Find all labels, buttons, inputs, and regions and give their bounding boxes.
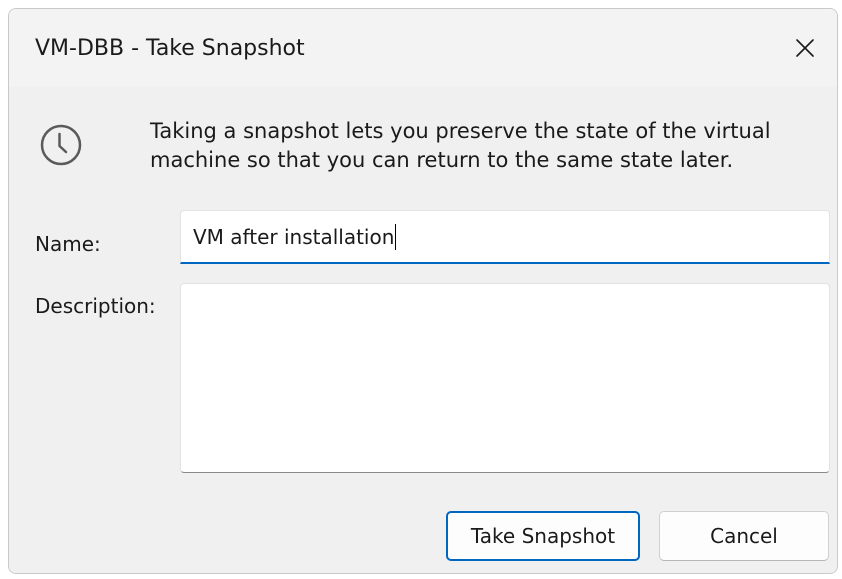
cancel-button[interactable]: Cancel: [659, 511, 829, 561]
name-label: Name:: [35, 232, 101, 256]
info-text: Taking a snapshot lets you preserve the …: [150, 119, 771, 172]
take-snapshot-button[interactable]: Take Snapshot: [446, 511, 640, 561]
take-snapshot-dialog: VM-DBB - Take Snapshot Taking a snapshot…: [8, 8, 838, 574]
close-button[interactable]: [773, 9, 837, 87]
name-input[interactable]: VM after installation: [180, 210, 830, 264]
description-label: Description:: [35, 294, 156, 318]
close-icon: [796, 39, 814, 57]
text-caret: [395, 223, 397, 250]
title-bar[interactable]: VM-DBB - Take Snapshot: [9, 9, 837, 87]
description-textarea[interactable]: [180, 283, 830, 473]
window-title: VM-DBB - Take Snapshot: [35, 36, 305, 61]
clock-icon: [40, 124, 82, 166]
name-input-value: VM after installation: [193, 224, 395, 249]
dialog-body: Taking a snapshot lets you preserve the …: [9, 87, 837, 573]
